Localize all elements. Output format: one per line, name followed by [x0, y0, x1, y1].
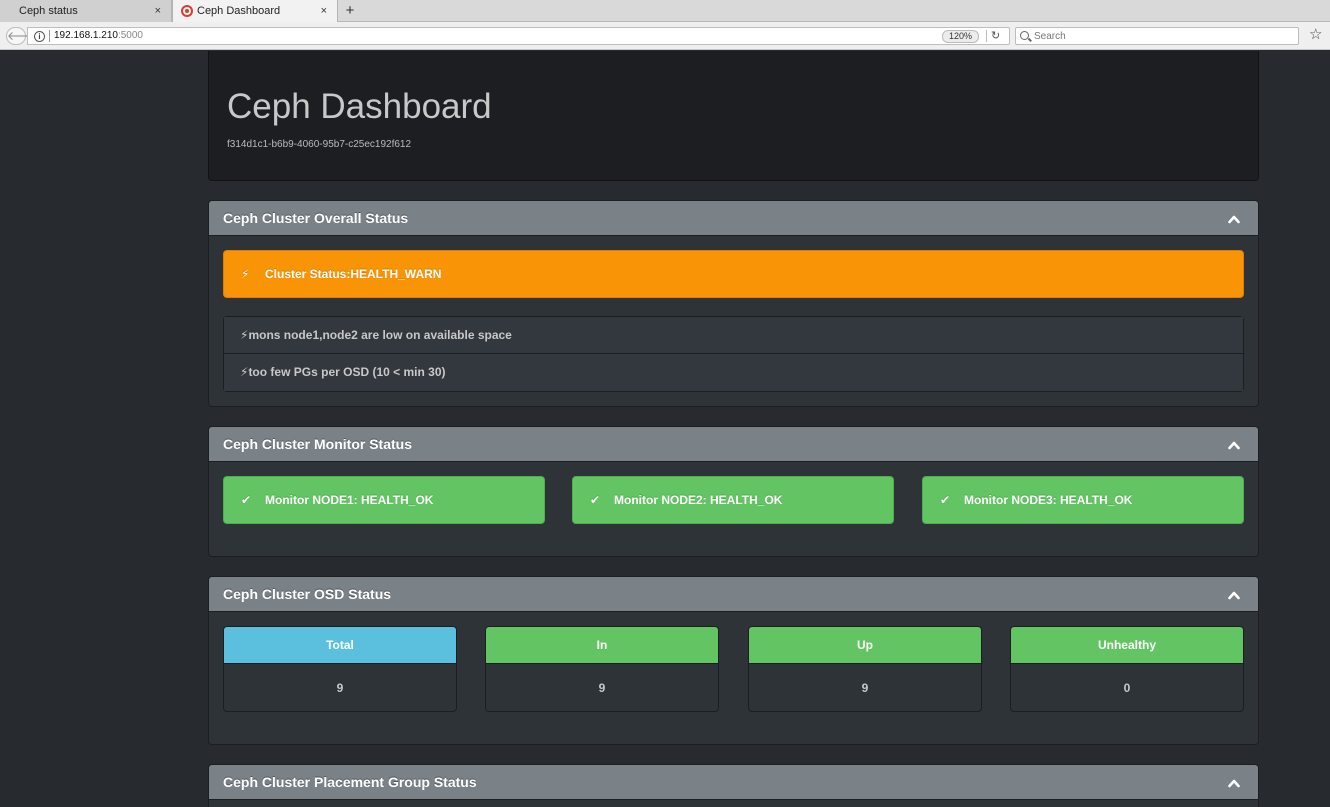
new-tab-button[interactable]: + [342, 0, 358, 22]
health-message: mons node1,node2 are low on available sp… [248, 328, 512, 342]
check-icon: ✔ [241, 493, 252, 507]
chevron-up-icon[interactable] [1228, 777, 1240, 789]
monitor-label: Monitor NODE1: HEALTH_OK [265, 493, 434, 507]
monitor-label: Monitor NODE2: HEALTH_OK [614, 493, 783, 507]
osd-status-heading[interactable]: Ceph Cluster OSD Status [209, 577, 1258, 612]
pg-status-heading[interactable]: Ceph Cluster Placement Group Status [209, 765, 1258, 800]
osd-up-value: 9 [861, 681, 869, 695]
warning-icon: ⚡ [241, 267, 250, 281]
monitor-node3-alert: ✔ Monitor NODE3: HEALTH_OK [922, 476, 1244, 524]
health-messages-list: ⚡mons node1,node2 are low on available s… [223, 316, 1244, 392]
osd-total-box: Total 9 [223, 626, 457, 712]
cluster-id: f314d1c1-b6b9-4060-95b7-c25ec192f612 [227, 139, 412, 150]
osd-unhealthy-box: Unhealthy 0 [1010, 626, 1244, 712]
osd-total-value: 9 [336, 681, 344, 695]
url-bar[interactable]: i 192.168.1.210:5000 120% ↻ [27, 27, 1010, 45]
osd-up-label: Up [749, 627, 981, 664]
url-port: :5000 [117, 30, 143, 41]
pg-status-body [209, 800, 1258, 807]
page-title: Ceph Dashboard [227, 87, 492, 126]
cluster-health-alert: ⚡ Cluster Status:HEALTH_WARN [223, 250, 1244, 298]
check-icon: ✔ [590, 493, 601, 507]
search-icon [1020, 31, 1029, 40]
overall-status-body: ⚡ Cluster Status:HEALTH_WARN ⚡mons node1,… [209, 236, 1258, 406]
chevron-up-icon[interactable] [1228, 439, 1240, 451]
search-bar[interactable] [1015, 27, 1299, 45]
tab-title: Ceph Dashboard [197, 5, 281, 17]
cluster-health-label: Cluster Status:HEALTH_WARN [265, 267, 442, 281]
monitor-node2-alert: ✔ Monitor NODE2: HEALTH_OK [572, 476, 894, 524]
panel-title: Ceph Cluster OSD Status [223, 586, 392, 602]
overall-status-heading[interactable]: Ceph Cluster Overall Status [209, 201, 1258, 236]
tab-title: Ceph status [19, 5, 78, 17]
browser-tab-bar: Ceph status × Ceph Dashboard × + [0, 0, 1330, 22]
search-input[interactable] [1034, 28, 1294, 44]
ceph-favicon-icon [181, 5, 193, 17]
back-button[interactable]: 🡐 [6, 27, 39, 45]
url-text[interactable]: 192.168.1.210:5000 [54, 30, 143, 41]
reload-icon[interactable]: ↻ [991, 29, 1000, 42]
osd-in-label: In [486, 627, 718, 664]
close-tab-icon[interactable]: × [155, 0, 161, 22]
browser-nav-bar: 🡐 i 192.168.1.210:5000 120% ↻ ☆ [0, 22, 1330, 50]
monitor-status-body: ✔ Monitor NODE1: HEALTH_OK ✔ Monitor NODE2… [209, 462, 1258, 556]
osd-up-box: Up 9 [748, 626, 982, 712]
osd-status-body: Total 9 In 9 Up 9 Unhealthy 0 [209, 612, 1258, 744]
reload-divider [986, 30, 987, 42]
monitor-row: ✔ Monitor NODE1: HEALTH_OK ✔ Monitor NODE2… [223, 476, 1244, 524]
chevron-up-icon[interactable] [1228, 213, 1240, 225]
panel-title: Ceph Cluster Monitor Status [223, 436, 413, 452]
star-icon[interactable]: ☆ [1309, 26, 1322, 44]
dashboard-header: Ceph Dashboard f314d1c1-b6b9-4060-95b7-c… [208, 51, 1259, 181]
zoom-level-button[interactable]: 120% [942, 30, 980, 43]
osd-in-value: 9 [598, 681, 606, 695]
monitor-node1-alert: ✔ Monitor NODE1: HEALTH_OK [223, 476, 545, 524]
osd-row: Total 9 In 9 Up 9 Unhealthy 0 [223, 626, 1244, 712]
panel-title: Ceph Cluster Overall Status [223, 210, 409, 226]
url-divider [49, 30, 50, 42]
overall-status-panel: Ceph Cluster Overall Status ⚡ Cluster Sta… [208, 200, 1259, 407]
list-item: ⚡mons node1,node2 are low on available s… [224, 317, 1243, 354]
tab-ceph-status[interactable]: Ceph status × [0, 0, 172, 22]
osd-unhealthy-value: 0 [1123, 681, 1131, 695]
pg-status-panel: Ceph Cluster Placement Group Status [208, 764, 1259, 807]
monitor-status-heading[interactable]: Ceph Cluster Monitor Status [209, 427, 1258, 462]
osd-status-panel: Ceph Cluster OSD Status Total 9 In 9 Up … [208, 576, 1259, 745]
monitor-status-panel: Ceph Cluster Monitor Status ✔ Monitor NOD… [208, 426, 1259, 557]
chevron-up-icon[interactable] [1228, 589, 1240, 601]
dashboard-content: Ceph Dashboard f314d1c1-b6b9-4060-95b7-c… [208, 51, 1259, 807]
osd-in-box: In 9 [485, 626, 719, 712]
close-tab-icon[interactable]: × [321, 0, 327, 22]
health-message: too few PGs per OSD (10 < min 30) [248, 365, 446, 379]
info-icon[interactable]: i [34, 31, 45, 42]
url-host: 192.168.1.210 [54, 30, 118, 41]
check-icon: ✔ [940, 493, 951, 507]
tab-ceph-dashboard[interactable]: Ceph Dashboard × [172, 0, 338, 22]
panel-title: Ceph Cluster Placement Group Status [223, 774, 477, 790]
list-item: ⚡too few PGs per OSD (10 < min 30) [224, 354, 1243, 391]
osd-total-label: Total [224, 627, 456, 664]
monitor-label: Monitor NODE3: HEALTH_OK [964, 493, 1133, 507]
osd-unhealthy-label: Unhealthy [1011, 627, 1243, 664]
